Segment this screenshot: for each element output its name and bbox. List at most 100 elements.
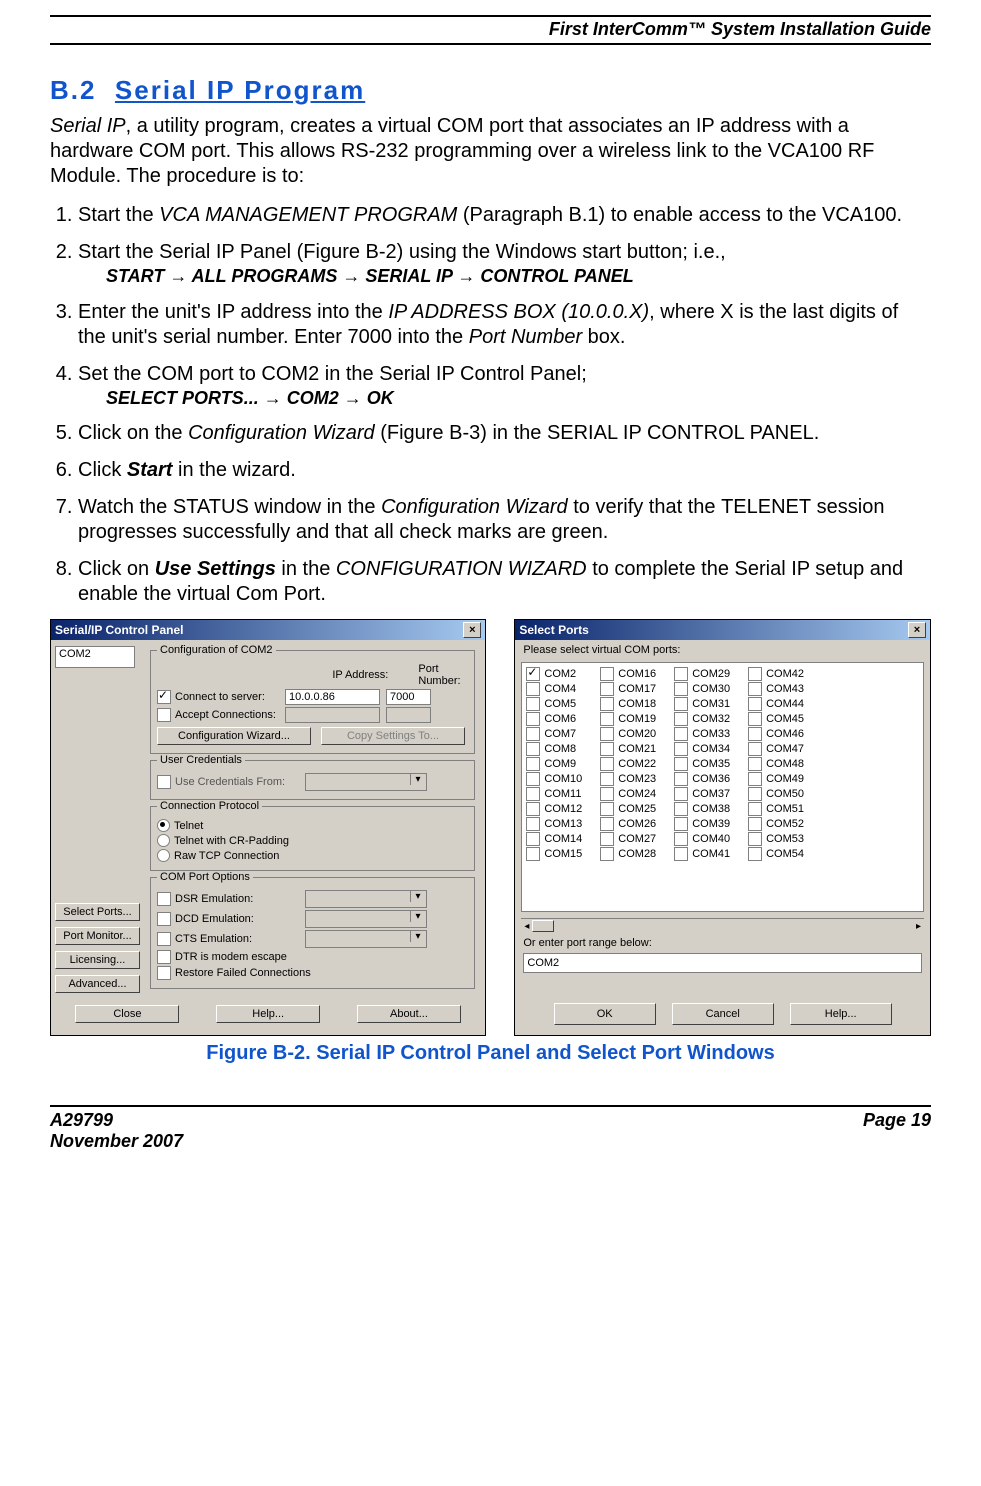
telnet-cr-radio[interactable]: [157, 834, 170, 847]
port-item[interactable]: COM42: [748, 667, 804, 681]
cancel-button[interactable]: Cancel: [672, 1003, 774, 1025]
port-item[interactable]: COM28: [600, 847, 656, 861]
port-item[interactable]: COM30: [674, 682, 730, 696]
port-item[interactable]: COM43: [748, 682, 804, 696]
port-checkbox[interactable]: [748, 727, 762, 741]
port-checkbox[interactable]: [600, 667, 614, 681]
port-checkbox[interactable]: [600, 682, 614, 696]
port-checkbox[interactable]: [526, 712, 540, 726]
port-item[interactable]: COM36: [674, 772, 730, 786]
port-checkbox[interactable]: [526, 817, 540, 831]
port-checkbox[interactable]: [748, 697, 762, 711]
port-item[interactable]: COM13: [526, 817, 582, 831]
config-wizard-button[interactable]: Configuration Wizard...: [157, 727, 311, 745]
port-item[interactable]: COM17: [600, 682, 656, 696]
port-item[interactable]: COM16: [600, 667, 656, 681]
help-button[interactable]: Help...: [216, 1005, 320, 1023]
port-item[interactable]: COM14: [526, 832, 582, 846]
port-item[interactable]: COM4: [526, 682, 582, 696]
port-checkbox[interactable]: [526, 757, 540, 771]
port-item[interactable]: COM31: [674, 697, 730, 711]
port-item[interactable]: COM18: [600, 697, 656, 711]
port-checkbox[interactable]: [526, 772, 540, 786]
port-range-input[interactable]: [523, 953, 922, 973]
port-checkbox[interactable]: [526, 697, 540, 711]
port-item[interactable]: COM25: [600, 802, 656, 816]
port-checkbox[interactable]: [600, 847, 614, 861]
close-icon[interactable]: ×: [908, 622, 926, 638]
port-checkbox[interactable]: [600, 817, 614, 831]
port-checkbox[interactable]: [600, 742, 614, 756]
port-item[interactable]: COM34: [674, 742, 730, 756]
port-checkbox[interactable]: [526, 727, 540, 741]
port-item[interactable]: COM35: [674, 757, 730, 771]
port-item[interactable]: COM41: [674, 847, 730, 861]
licensing-button[interactable]: Licensing...: [55, 951, 140, 969]
port-checkbox[interactable]: [748, 802, 762, 816]
port-checkbox[interactable]: [748, 712, 762, 726]
ip-address-input[interactable]: [285, 689, 380, 705]
port-checkbox[interactable]: [674, 832, 688, 846]
port-item[interactable]: COM7: [526, 727, 582, 741]
horizontal-scrollbar[interactable]: ◂▸: [521, 918, 924, 933]
restore-checkbox[interactable]: [157, 966, 171, 980]
select-ports-button[interactable]: Select Ports...: [55, 903, 140, 921]
port-checkbox[interactable]: [526, 802, 540, 816]
port-item[interactable]: COM44: [748, 697, 804, 711]
port-checkbox[interactable]: [674, 817, 688, 831]
connect-checkbox[interactable]: [157, 690, 171, 704]
port-checkbox[interactable]: [600, 712, 614, 726]
dtr-checkbox[interactable]: [157, 950, 171, 964]
advanced-button[interactable]: Advanced...: [55, 975, 140, 993]
port-checkbox[interactable]: [674, 787, 688, 801]
port-checkbox[interactable]: [600, 757, 614, 771]
accept-checkbox[interactable]: [157, 708, 171, 722]
port-checkbox[interactable]: [674, 847, 688, 861]
port-item[interactable]: COM32: [674, 712, 730, 726]
port-item[interactable]: COM2: [526, 667, 582, 681]
port-item[interactable]: COM15: [526, 847, 582, 861]
port-checkbox[interactable]: [674, 757, 688, 771]
port-checkbox[interactable]: [674, 742, 688, 756]
raw-tcp-radio[interactable]: [157, 849, 170, 862]
port-item[interactable]: COM47: [748, 742, 804, 756]
port-checkbox[interactable]: [748, 757, 762, 771]
port-item[interactable]: COM21: [600, 742, 656, 756]
port-item[interactable]: COM39: [674, 817, 730, 831]
port-checkbox[interactable]: [526, 832, 540, 846]
port-checkbox[interactable]: [748, 817, 762, 831]
port-item[interactable]: COM51: [748, 802, 804, 816]
port-checkbox[interactable]: [748, 682, 762, 696]
port-checkbox[interactable]: [674, 697, 688, 711]
port-checkbox[interactable]: [526, 742, 540, 756]
port-item[interactable]: COM26: [600, 817, 656, 831]
port-monitor-button[interactable]: Port Monitor...: [55, 927, 140, 945]
telnet-radio[interactable]: [157, 819, 170, 832]
port-item[interactable]: COM29: [674, 667, 730, 681]
port-item[interactable]: COM24: [600, 787, 656, 801]
port-item[interactable]: COM53: [748, 832, 804, 846]
port-item[interactable]: COM9: [526, 757, 582, 771]
port-checkbox[interactable]: [600, 772, 614, 786]
port-item[interactable]: COM50: [748, 787, 804, 801]
port-checkbox[interactable]: [674, 727, 688, 741]
about-button[interactable]: About...: [357, 1005, 461, 1023]
port-checkbox[interactable]: [674, 667, 688, 681]
port-checkbox[interactable]: [748, 742, 762, 756]
port-item[interactable]: COM37: [674, 787, 730, 801]
port-grid[interactable]: COM2COM4COM5COM6COM7COM8COM9COM10COM11CO…: [521, 662, 924, 912]
port-item[interactable]: COM22: [600, 757, 656, 771]
port-checkbox[interactable]: [526, 847, 540, 861]
port-item[interactable]: COM33: [674, 727, 730, 741]
port-checkbox[interactable]: [748, 667, 762, 681]
cts-checkbox[interactable]: [157, 932, 171, 946]
help-button[interactable]: Help...: [790, 1003, 892, 1025]
port-item[interactable]: COM48: [748, 757, 804, 771]
port-checkbox[interactable]: [674, 772, 688, 786]
port-item[interactable]: COM45: [748, 712, 804, 726]
close-button[interactable]: Close: [75, 1005, 179, 1023]
port-checkbox[interactable]: [600, 697, 614, 711]
port-checkbox[interactable]: [748, 772, 762, 786]
port-item[interactable]: COM52: [748, 817, 804, 831]
port-checkbox[interactable]: [674, 712, 688, 726]
